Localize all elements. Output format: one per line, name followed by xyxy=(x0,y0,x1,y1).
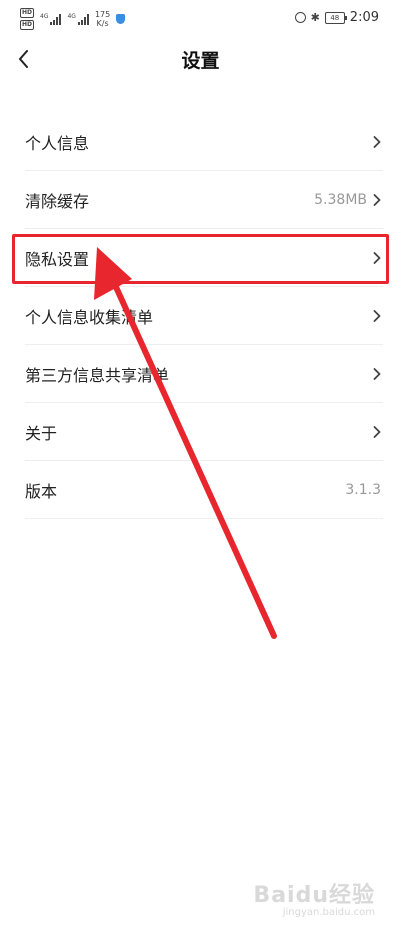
network-type: 4G xyxy=(67,13,76,20)
setting-label: 清除缓存 xyxy=(25,191,90,211)
setting-about[interactable]: 关于 xyxy=(25,403,383,461)
settings-list: 个人信息 清除缓存 5.38MB 隐私设置 个人信息收集清单 第三方信息共享清单… xyxy=(25,113,383,519)
status-bar-right: ✱ 48 2:09 xyxy=(294,10,379,25)
setting-label: 个人信息 xyxy=(25,133,90,153)
version-value: 3.1.3 xyxy=(345,481,381,498)
setting-third-party-sharing[interactable]: 第三方信息共享清单 xyxy=(25,345,383,403)
chevron-right-icon xyxy=(373,251,381,264)
clock: 2:09 xyxy=(349,10,379,25)
setting-label: 关于 xyxy=(25,423,58,443)
page-title: 设置 xyxy=(181,50,220,72)
status-bar-left: HD HD 4G 4G 175 K/s xyxy=(20,8,126,30)
hd-icon: HD xyxy=(20,8,35,18)
setting-personal-info-list[interactable]: 个人信息收集清单 xyxy=(25,287,383,345)
settings-screen: HD HD 4G 4G 175 K/s ✱ 48 2:09 设置 个人信息 清除… xyxy=(0,0,401,926)
setting-label: 第三方信息共享清单 xyxy=(25,365,170,385)
chevron-right-icon xyxy=(373,193,381,206)
status-bar: HD HD 4G 4G 175 K/s ✱ 48 2:09 xyxy=(0,0,401,36)
chevron-right-icon xyxy=(373,135,381,148)
network-speed-value: 175 xyxy=(94,10,111,19)
header: 设置 xyxy=(0,36,401,82)
cache-size-value: 5.38MB xyxy=(314,191,367,208)
battery-icon: 48 xyxy=(324,11,347,24)
chevron-right-icon xyxy=(373,309,381,322)
watermark: Baidu经验 jingyan.baidu.com xyxy=(253,877,375,918)
setting-label: 隐私设置 xyxy=(25,249,90,269)
setting-privacy[interactable]: 隐私设置 xyxy=(25,229,383,287)
chevron-right-icon xyxy=(373,367,381,380)
hd-icon: HD xyxy=(20,20,35,30)
bluetooth-icon: ✱ xyxy=(310,11,320,24)
setting-label: 个人信息收集清单 xyxy=(25,307,154,327)
signal-icon: 4G xyxy=(67,13,89,25)
network-type: 4G xyxy=(40,13,49,20)
shield-icon xyxy=(116,14,126,24)
signal-icon: 4G xyxy=(40,13,62,25)
hd-indicators: HD HD xyxy=(20,8,35,30)
setting-clear-cache[interactable]: 清除缓存 5.38MB xyxy=(25,171,383,229)
setting-version: 版本 3.1.3 xyxy=(25,461,383,519)
alarm-icon xyxy=(294,12,306,23)
watermark-logo: Baidu经验 xyxy=(253,883,375,908)
network-speed-unit: K/s xyxy=(96,19,109,28)
network-speed: 175 K/s xyxy=(95,10,110,28)
setting-personal-info[interactable]: 个人信息 xyxy=(25,113,383,171)
setting-label: 版本 xyxy=(25,481,58,501)
chevron-right-icon xyxy=(373,425,381,438)
